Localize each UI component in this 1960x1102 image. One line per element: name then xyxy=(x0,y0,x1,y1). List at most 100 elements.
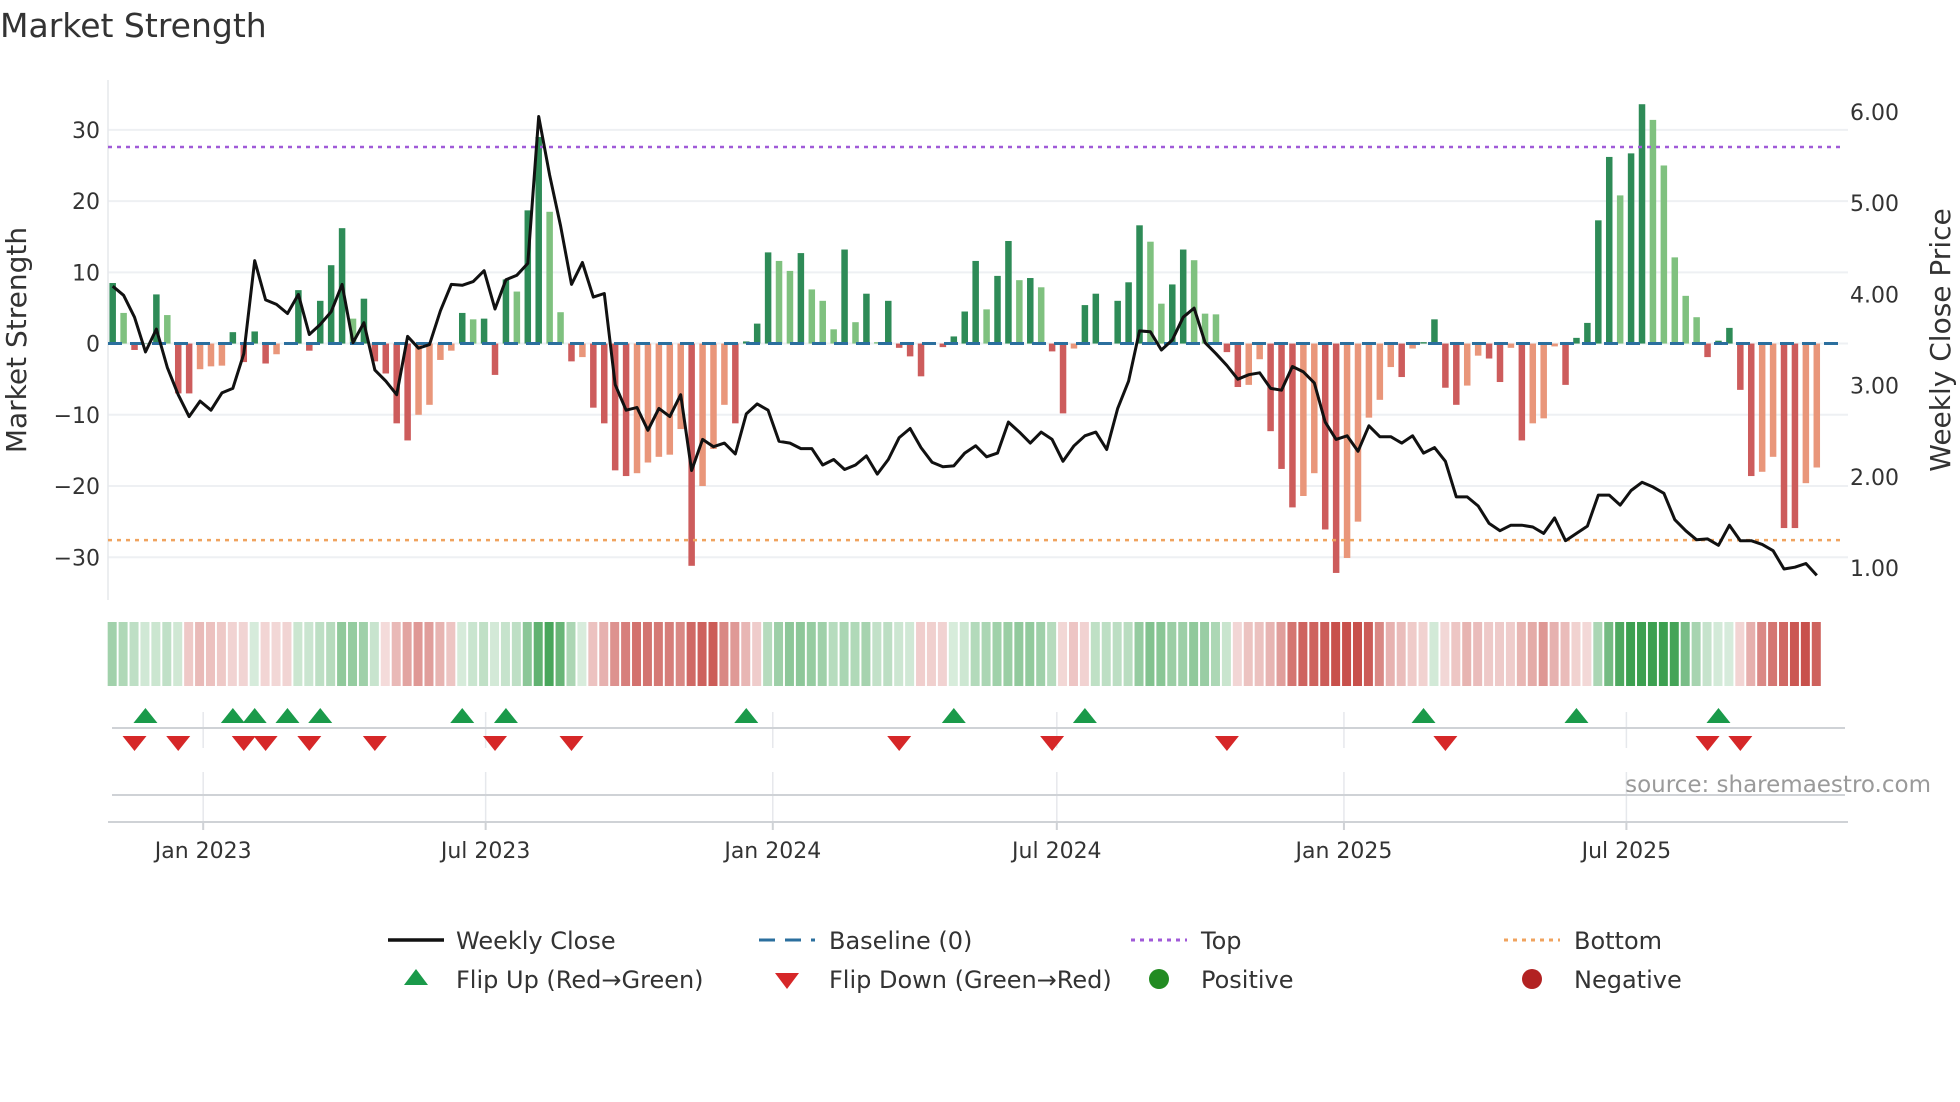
strength-strip-cell xyxy=(107,622,117,686)
strength-strip-cell xyxy=(1189,622,1199,686)
y-tick-label: 20 xyxy=(72,190,100,215)
strength-bar xyxy=(415,343,422,415)
strength-bar xyxy=(1496,343,1504,383)
strength-strip-cell xyxy=(1407,622,1417,686)
strength-bar xyxy=(120,312,127,344)
strength-strip-cell xyxy=(1123,622,1133,686)
strength-bar xyxy=(1081,305,1089,344)
strength-strip-cell xyxy=(763,622,773,686)
strength-bar xyxy=(1682,295,1689,344)
strength-bar xyxy=(1758,343,1766,472)
strength-strip-cell xyxy=(1757,622,1767,686)
strength-strip-cell xyxy=(839,622,849,686)
strength-bar xyxy=(1431,319,1438,344)
strength-bar xyxy=(1704,343,1711,358)
strength-bar xyxy=(644,343,652,463)
flip-down-marker xyxy=(1040,736,1065,751)
strength-strip-cell xyxy=(1560,622,1570,686)
strength-strip-cell xyxy=(937,622,947,686)
y-tick-label: −10 xyxy=(54,404,100,429)
strength-strip-cell xyxy=(981,622,991,686)
strength-bar xyxy=(841,249,848,344)
strength-strip-cell xyxy=(151,622,161,686)
strength-strip-cell xyxy=(1025,622,1035,686)
strength-strip-cell xyxy=(326,622,336,686)
legend-label: Positive xyxy=(1201,966,1294,994)
strength-bar xyxy=(1179,249,1187,344)
strength-strip-cell xyxy=(1571,622,1581,686)
strength-strip-cell xyxy=(1746,622,1756,686)
strength-strip-cell xyxy=(1167,622,1177,686)
strength-strip-cell xyxy=(1680,622,1690,686)
strength-strip-cell xyxy=(205,622,215,686)
strength-strip-cell xyxy=(970,622,980,686)
strength-bar xyxy=(546,211,553,344)
strength-strip-cell xyxy=(1658,622,1668,686)
strength-bar xyxy=(1212,314,1220,344)
strength-strip-cell xyxy=(1254,622,1264,686)
weekly-close-line xyxy=(111,115,1818,577)
strength-strip-cell xyxy=(675,622,685,686)
x-tick-label: Jul 2025 xyxy=(1580,839,1672,864)
flip-down-marker xyxy=(122,736,147,751)
strength-bar xyxy=(590,343,597,408)
strength-strip-cell xyxy=(293,622,303,686)
strength-strip-cell xyxy=(1068,622,1078,686)
strength-strip-cell xyxy=(1079,622,1089,686)
strength-strip-cell xyxy=(1768,622,1778,686)
strength-bar xyxy=(1387,343,1395,368)
strength-strip-cell xyxy=(1112,622,1122,686)
strength-bar xyxy=(251,331,258,344)
strength-bar xyxy=(1365,343,1373,418)
strength-bar xyxy=(1737,343,1744,390)
strength-strip-cell xyxy=(413,622,423,686)
strength-strip-cell xyxy=(1058,622,1068,686)
strength-strip-cell xyxy=(1691,622,1701,686)
strength-bar xyxy=(1518,343,1526,441)
strength-bar xyxy=(1605,156,1613,344)
strength-bar xyxy=(579,343,586,358)
strength-strip-cell xyxy=(1735,622,1745,686)
strength-bar xyxy=(1027,278,1034,344)
strength-strip-cell xyxy=(1134,622,1144,686)
strength-strip-cell xyxy=(1101,622,1111,686)
legend-label: Bottom xyxy=(1574,927,1662,955)
strength-strip-cell xyxy=(795,622,805,686)
flip-up-marker xyxy=(133,708,158,723)
flip-down-marker xyxy=(231,736,256,751)
strength-bar xyxy=(469,319,477,344)
strength-strip-cell xyxy=(1429,622,1439,686)
strength-bar xyxy=(1245,343,1253,385)
strength-bar xyxy=(382,343,390,374)
strength-bar xyxy=(1551,343,1558,347)
strength-strip-cell xyxy=(1484,622,1494,686)
strength-bar xyxy=(1660,165,1668,344)
strength-bar xyxy=(1802,343,1810,484)
strength-strip-cell xyxy=(1724,622,1734,686)
strength-bar xyxy=(885,300,892,344)
strength-bar xyxy=(218,343,226,366)
flip-up-marker xyxy=(1072,708,1097,723)
strength-strip-cell xyxy=(566,622,576,686)
strength-bar xyxy=(513,291,521,344)
legend-label: Flip Down (Green→Red) xyxy=(829,966,1112,994)
x-tick-label: Jul 2023 xyxy=(439,839,531,864)
strength-strip-cell xyxy=(490,622,500,686)
strength-strip-cell xyxy=(577,622,587,686)
strength-strip-cell xyxy=(1582,622,1592,686)
strength-strip-cell xyxy=(1342,622,1352,686)
strength-strip-cell xyxy=(708,622,718,686)
y2-tick-label: 5.00 xyxy=(1850,192,1899,217)
strength-strip-cell xyxy=(719,622,729,686)
strength-strip-cell xyxy=(1800,622,1810,686)
strength-bar xyxy=(480,318,488,344)
strength-strip-cell xyxy=(1221,622,1231,686)
strength-bar xyxy=(830,329,837,344)
strength-strip-cell xyxy=(129,622,139,686)
strength-strip-cell xyxy=(544,622,554,686)
strength-bar xyxy=(1005,240,1012,344)
flip-up-marker xyxy=(450,708,475,723)
chart-container: Market Strength 30 20 10 0 −10 −20 −30 6.00 5.00… xyxy=(0,0,1960,1102)
y2-tick-label: 2.00 xyxy=(1850,466,1899,491)
y-tick-label: 0 xyxy=(86,333,100,358)
